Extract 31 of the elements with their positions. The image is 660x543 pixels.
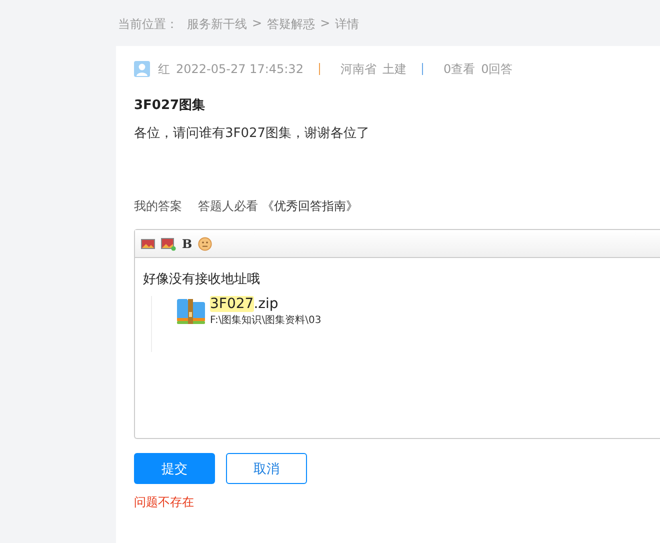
zip-file-icon bbox=[176, 296, 206, 326]
answer-label: 我的答案 bbox=[134, 198, 182, 215]
question-title: 3F027图集 bbox=[134, 97, 206, 114]
answer-count: 0回答 bbox=[481, 60, 513, 78]
bold-button[interactable]: B bbox=[182, 236, 192, 250]
breadcrumb-label: 当前位置： bbox=[118, 16, 178, 33]
region-text: 河南省 bbox=[340, 60, 376, 78]
image-icon[interactable] bbox=[161, 236, 176, 250]
question-body: 各位，请问谁有3F027图集，谢谢各位了 bbox=[134, 125, 371, 142]
emoji-icon[interactable] bbox=[198, 236, 212, 250]
cancel-button[interactable]: 取消 bbox=[226, 453, 307, 484]
submit-button[interactable]: 提交 bbox=[134, 453, 215, 484]
error-message: 问题不存在 bbox=[134, 494, 195, 511]
breadcrumb-item[interactable]: 答疑解惑 bbox=[267, 16, 316, 46]
answer-editor[interactable]: B 好像没有接收地址哦 3F027.zip F:\图集知识\图集资料\03 bbox=[134, 229, 660, 439]
answer-text: 好像没有接收地址哦 bbox=[143, 271, 261, 288]
search-highlight: 3F027 bbox=[210, 296, 254, 312]
guide-link[interactable]: 《优秀回答指南》 bbox=[262, 198, 358, 215]
breadcrumb-item: 详情 bbox=[335, 16, 360, 33]
breadcrumb-separator: > bbox=[320, 16, 330, 32]
answer-label: 答题人必看 bbox=[198, 198, 258, 215]
view-count: 0查看 bbox=[443, 60, 476, 78]
breadcrumb-separator: > bbox=[252, 16, 262, 32]
author-name: 红 bbox=[158, 60, 170, 78]
avatar-icon bbox=[134, 61, 150, 77]
breadcrumb-item[interactable]: 服务新干线 bbox=[187, 16, 247, 46]
file-extension: .zip bbox=[254, 296, 278, 312]
post-time: 2022-05-27 17:45:32 bbox=[176, 62, 304, 76]
category-text: 土建 bbox=[382, 60, 406, 78]
file-path: F:\图集知识\图集资料\03 bbox=[210, 314, 322, 327]
image-icon[interactable] bbox=[141, 238, 155, 250]
